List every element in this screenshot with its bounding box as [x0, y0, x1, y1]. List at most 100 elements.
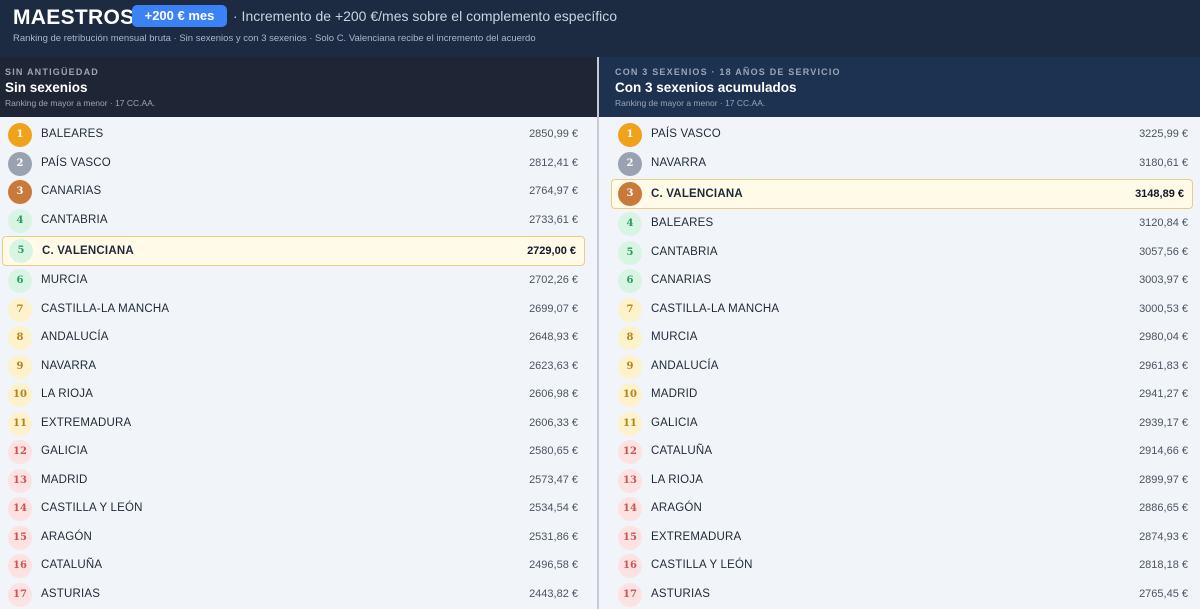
- region-name: ANDALUCÍA: [651, 359, 719, 372]
- rank-medal: 5: [9, 239, 33, 263]
- panel-kicker: SIN ANTIGÜEDAD: [5, 67, 99, 77]
- rank-medal: 14: [8, 497, 32, 521]
- rank-medal: 11: [8, 411, 32, 436]
- salary-value: 2914,66 €: [1139, 445, 1188, 457]
- table-row: 16 CATALUÑA 2496,58 €: [0, 552, 597, 580]
- table-row: 6 CANARIAS 3003,97 €: [599, 267, 1200, 295]
- rank-medal: 2: [618, 151, 642, 176]
- region-name: MADRID: [651, 388, 698, 400]
- table-row: 16 CASTILLA Y LEÓN 2818,18 €: [599, 552, 1200, 580]
- table-row: 10 LA RIOJA 2606,98 €: [0, 381, 597, 409]
- salary-value: 3225,99 €: [1139, 128, 1188, 140]
- rank-medal: 9: [8, 354, 32, 379]
- region-name: CASTILLA Y LEÓN: [651, 559, 753, 571]
- rank-medal: 17: [8, 582, 32, 607]
- region-name: NAVARRA: [651, 156, 707, 169]
- table-row: 7 CASTILLA-LA MANCHA 3000,53 €: [599, 296, 1200, 324]
- rank-medal: 14: [618, 497, 642, 521]
- panel-subtitle: Ranking de mayor a menor · 17 CC.AA.: [615, 98, 766, 108]
- table-row: 15 ARAGÓN 2531,86 €: [0, 524, 597, 552]
- table-row: 1 BALEARES 2850,99 €: [0, 121, 597, 149]
- region-name: ANDALUCÍA: [41, 331, 109, 343]
- rank-medal: 6: [8, 269, 32, 293]
- region-name: BALEARES: [41, 128, 104, 140]
- table-row: 13 LA RIOJA 2899,97 €: [599, 467, 1200, 495]
- table-row: 4 CANTABRIA 2733,61 €: [0, 207, 597, 235]
- rank-medal: 7: [618, 297, 642, 322]
- panel-title: Con 3 sexenios acumulados: [615, 80, 797, 95]
- salary-value: 2980,04 €: [1139, 331, 1188, 343]
- salary-value: 2818,18 €: [1139, 559, 1188, 571]
- salary-value: 2699,07 €: [529, 302, 578, 315]
- salary-value: 3057,56 €: [1139, 245, 1188, 258]
- salary-value: 2729,00 €: [527, 245, 576, 257]
- rank-medal: 8: [8, 326, 32, 350]
- salary-value: 2580,65 €: [529, 445, 578, 457]
- region-name: CANARIAS: [651, 274, 712, 286]
- region-name: LA RIOJA: [651, 473, 704, 486]
- table-row: 11 GALICIA 2939,17 €: [599, 410, 1200, 438]
- rank-medal: 3: [8, 180, 32, 204]
- region-name: PAÍS VASCO: [41, 156, 111, 169]
- salary-value: 3120,84 €: [1139, 217, 1188, 229]
- salary-value: 3148,89 €: [1135, 188, 1184, 200]
- table-row: 10 MADRID 2941,27 €: [599, 381, 1200, 409]
- header-headline: · Incremento de +200 €/mes sobre el comp…: [233, 8, 618, 24]
- rank-medal: 16: [618, 554, 642, 578]
- panel-title: Sin sexenios: [5, 80, 88, 95]
- region-name: EXTREMADURA: [41, 416, 132, 429]
- salary-value: 2606,98 €: [529, 388, 578, 400]
- salary-value: 2573,47 €: [529, 473, 578, 486]
- table-row: 13 MADRID 2573,47 €: [0, 467, 597, 495]
- salary-value: 2606,33 €: [529, 416, 578, 429]
- salary-value: 3003,97 €: [1139, 274, 1188, 286]
- region-name: MADRID: [41, 473, 88, 486]
- salary-value: 2941,27 €: [1139, 388, 1188, 400]
- table-row: 17 ASTURIAS 2443,82 €: [0, 581, 597, 609]
- panel-header: SIN ANTIGÜEDAD Sin sexenios Ranking de m…: [0, 57, 597, 117]
- table-row: 11 EXTREMADURA 2606,33 €: [0, 410, 597, 438]
- salary-value: 2496,58 €: [529, 559, 578, 571]
- salary-value: 2961,83 €: [1139, 359, 1188, 372]
- rank-medal: 2: [8, 151, 32, 176]
- top-header: MAESTROS +200 € mes · Incremento de +200…: [0, 0, 1200, 57]
- page-title: MAESTROS: [13, 6, 135, 29]
- table-row: 8 ANDALUCÍA 2648,93 €: [0, 324, 597, 352]
- region-name: CASTILLA Y LEÓN: [41, 502, 143, 514]
- increment-badge: +200 € mes: [132, 5, 227, 27]
- table-row-highlighted: 5 C. VALENCIANA 2729,00 €: [2, 236, 585, 266]
- rank-medal: 13: [618, 468, 642, 493]
- region-name: C. VALENCIANA: [42, 245, 134, 257]
- rank-medal: 10: [8, 383, 32, 407]
- region-name: PAÍS VASCO: [651, 128, 721, 140]
- rank-medal: 9: [618, 354, 642, 379]
- rank-medal: 16: [8, 554, 32, 578]
- ranking-panel-con-sexenios: CON 3 SEXENIOS · 18 AÑOS DE SERVICIO Con…: [599, 57, 1200, 609]
- region-name: CASTILLA-LA MANCHA: [651, 302, 780, 315]
- rank-medal: 5: [618, 240, 642, 265]
- salary-value: 2443,82 €: [529, 587, 578, 600]
- table-row: 5 CANTABRIA 3057,56 €: [599, 239, 1200, 267]
- region-name: LA RIOJA: [41, 388, 94, 400]
- region-name: CANARIAS: [41, 185, 102, 197]
- table-row: 2 NAVARRA 3180,61 €: [599, 150, 1200, 178]
- table-row: 7 CASTILLA-LA MANCHA 2699,07 €: [0, 296, 597, 324]
- table-row: 6 MURCIA 2702,26 €: [0, 267, 597, 295]
- salary-value: 2812,41 €: [529, 156, 578, 169]
- rank-medal: 4: [8, 208, 32, 233]
- region-name: MURCIA: [651, 331, 698, 343]
- region-name: MURCIA: [41, 274, 88, 286]
- table-row: 4 BALEARES 3120,84 €: [599, 210, 1200, 238]
- panel-subtitle: Ranking de mayor a menor · 17 CC.AA.: [5, 98, 156, 108]
- salary-value: 2874,93 €: [1139, 530, 1188, 543]
- table-row: 17 ASTURIAS 2765,45 €: [599, 581, 1200, 609]
- salary-value: 2648,93 €: [529, 331, 578, 343]
- region-name: GALICIA: [41, 445, 88, 457]
- salary-value: 2899,97 €: [1139, 473, 1188, 486]
- rank-medal: 17: [618, 582, 642, 607]
- ranking-list: 1 BALEARES 2850,99 €2 PAÍS VASCO 2812,41 €3 C…: [0, 117, 597, 609]
- region-name: CANTABRIA: [41, 213, 108, 226]
- region-name: EXTREMADURA: [651, 530, 742, 543]
- rank-medal: 10: [618, 383, 642, 407]
- table-row: 9 NAVARRA 2623,63 €: [0, 353, 597, 381]
